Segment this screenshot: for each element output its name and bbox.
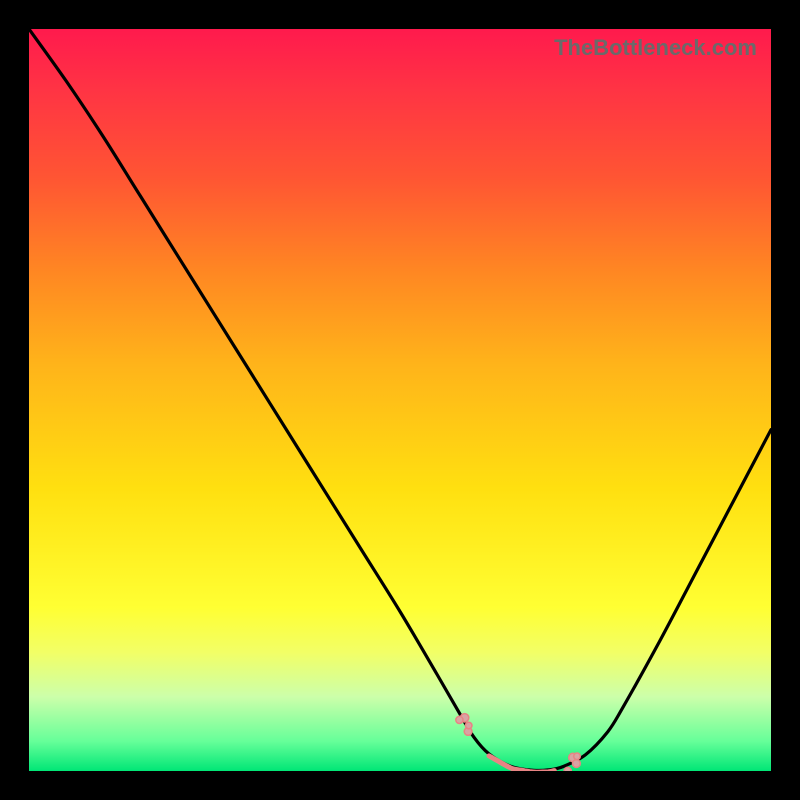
bottleneck-curve — [29, 29, 771, 771]
marker-dot — [456, 716, 463, 723]
marker-dot — [574, 753, 581, 760]
curve-svg — [29, 29, 771, 771]
marker-dot — [564, 767, 571, 771]
marker-dot — [573, 760, 581, 768]
watermark-text: TheBottleneck.com — [554, 35, 757, 61]
marker-dot — [465, 722, 472, 729]
marker-dots — [456, 714, 581, 771]
marker-dot — [569, 753, 577, 761]
marker-dot — [460, 714, 468, 722]
plot-area: TheBottleneck.com — [29, 29, 771, 771]
marker-dot — [464, 728, 472, 736]
plateau-highlight — [489, 756, 554, 771]
chart-frame: TheBottleneck.com — [0, 0, 800, 800]
